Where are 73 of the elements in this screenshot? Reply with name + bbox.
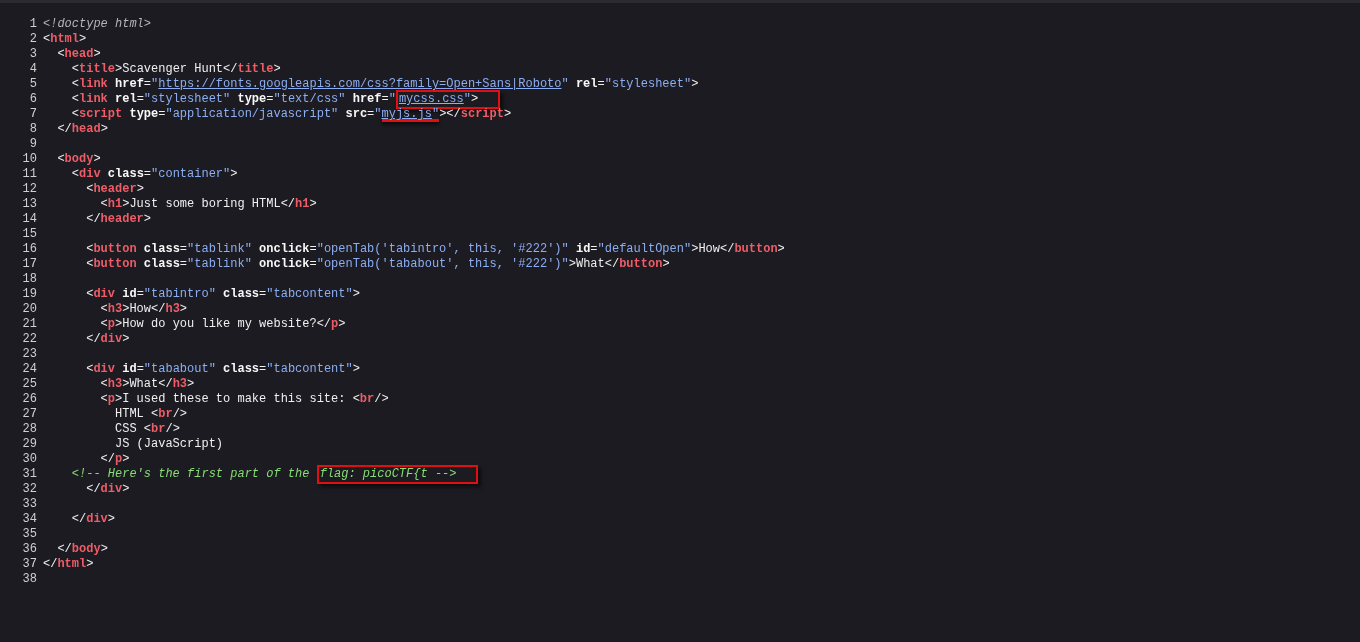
code-line: CSS <br/> [114, 422, 180, 437]
line-number: 8 [28, 122, 38, 137]
code-text: <link rel="stylesheet" type="text/css" href=" [70, 92, 396, 107]
line-number: 12 [21, 182, 38, 197]
code-line: <header> [85, 182, 144, 197]
code-line: <!doctype html> [43, 17, 152, 32]
line-number: 38 [21, 572, 38, 587]
highlight-box: mycss.css"> [395, 90, 501, 109]
code-line: <h1>Just some boring HTML</h1> [99, 197, 317, 212]
code-line: </div> [70, 512, 116, 527]
code-line: <h3>What</h3> [99, 377, 195, 392]
line-number: 27 [21, 407, 38, 422]
code-line: <title>Scavenger Hunt</title> [70, 62, 281, 77]
code-line: <div id="tababout" class="tabcontent"> [85, 362, 360, 377]
code-line: <head> [56, 47, 101, 62]
code-line: HTML <br/> [114, 407, 188, 422]
code-text: ></script> [439, 107, 512, 122]
code-line: </div> [85, 482, 130, 497]
line-number: 28 [21, 422, 38, 437]
code-line: </head> [56, 122, 108, 137]
line-number: 19 [21, 287, 38, 302]
code-line: <button class="tablink" onclick="openTab('tabintro', this, '#222')" id="defaultOpen">How</button> [85, 242, 785, 257]
line-number: 2 [28, 32, 38, 47]
line-number: 18 [21, 272, 38, 287]
code-line: <p>How do you like my website?</p> [99, 317, 346, 332]
line-number: 14 [21, 212, 38, 227]
line-number: 20 [21, 302, 38, 317]
line-number: 35 [21, 527, 38, 542]
line-number: 16 [21, 242, 38, 257]
line-number: 24 [21, 362, 38, 377]
code-line: <div class="container"> [70, 167, 238, 182]
code-line: </p> [99, 452, 130, 467]
line-number: 26 [21, 392, 38, 407]
line-number: 11 [21, 167, 38, 182]
line-number: 33 [21, 497, 38, 512]
line-number: 9 [28, 137, 38, 152]
line-number: 22 [21, 332, 38, 347]
line-number: 5 [28, 77, 38, 92]
line-number: 3 [28, 47, 38, 62]
line-number: 4 [28, 62, 38, 77]
code-line: <div id="tabintro" class="tabcontent"> [85, 287, 360, 302]
highlight-box: flag: picoCTF{t --> [316, 465, 479, 484]
code-line: <html> [43, 32, 87, 47]
line-number: 29 [21, 437, 38, 452]
line-number: 13 [21, 197, 38, 212]
code-line: <body> [56, 152, 101, 167]
code-line: <h3>How</h3> [99, 302, 188, 317]
line-number: 1 [28, 17, 38, 32]
code-line: </body> [56, 542, 108, 557]
underlined-code: myjs.js" [381, 107, 440, 122]
code-line: JS (JavaScript) [114, 437, 224, 452]
code-line: <link href="https://fonts.googleapis.com/css?family=Open+Sans|Roboto" rel="stylesheet"> [70, 77, 699, 92]
line-number: 17 [21, 257, 38, 272]
code-text: <script type="application/javascript" src=" [70, 107, 382, 122]
code-line: </header> [85, 212, 152, 227]
line-number: 6 [28, 92, 38, 107]
line-number: 15 [21, 227, 38, 242]
line-number: 7 [28, 107, 38, 122]
line-number: 36 [21, 542, 38, 557]
line-number: 32 [21, 482, 38, 497]
code-text: <!-- Here's the first part of the [70, 467, 311, 482]
code-line: </div> [85, 332, 130, 347]
line-number: 21 [21, 317, 38, 332]
code-line: </html> [43, 557, 94, 572]
line-number: 37 [21, 557, 38, 572]
code-line: <p>I used these to make this site: <br/> [99, 392, 389, 407]
line-number: 30 [21, 452, 38, 467]
code-line: <button class="tablink" onclick="openTab('tababout', this, '#222')">What</button> [85, 257, 670, 272]
line-number: 31 [21, 467, 38, 482]
line-number: 10 [21, 152, 38, 167]
line-number: 25 [21, 377, 38, 392]
line-number: 23 [21, 347, 38, 362]
line-number: 34 [21, 512, 38, 527]
